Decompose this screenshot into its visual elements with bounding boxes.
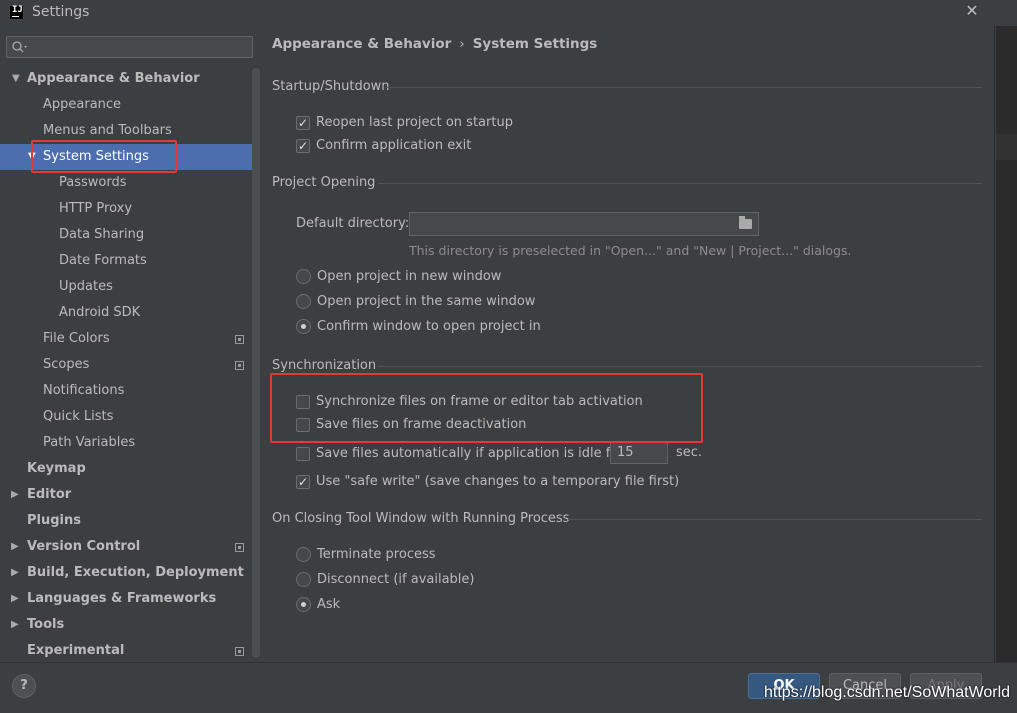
project-scope-icon — [235, 361, 244, 370]
window-title: Settings — [32, 4, 90, 20]
tree-item-path-variables[interactable]: Path Variables — [0, 430, 252, 456]
watermark-text: https://blog.csdn.net/SoWhatWorld — [764, 684, 1011, 701]
tree-item-build-execution-deployment[interactable]: ▶ Build, Execution, Deployment — [0, 560, 252, 586]
chevron-right-icon: ▶ — [11, 593, 19, 604]
tree-item-scopes[interactable]: Scopes — [0, 352, 252, 378]
chevron-down-icon: ▼ — [12, 73, 20, 84]
default-directory-hint: This directory is preselected in "Open..… — [409, 243, 852, 258]
folder-icon[interactable] — [739, 216, 752, 229]
section-divider — [385, 87, 982, 88]
default-directory-label: Default directory: — [296, 216, 410, 231]
section-title-project-opening: Project Opening — [272, 175, 376, 190]
project-scope-icon — [235, 335, 244, 344]
background-editor-strip — [996, 26, 1017, 662]
project-scope-icon — [235, 647, 244, 656]
title-bar: IJ Settings ✕ — [0, 0, 1017, 26]
settings-search-input[interactable] — [6, 36, 253, 58]
search-icon — [12, 41, 27, 53]
tree-item-file-colors[interactable]: File Colors — [0, 326, 252, 352]
chevron-right-icon: ▶ — [11, 489, 19, 500]
tree-item-updates[interactable]: Updates — [0, 274, 252, 300]
chevron-right-icon: ▶ — [11, 541, 19, 552]
annotation-highlight-sync — [270, 373, 703, 443]
tree-item-editor[interactable]: ▶ Editor — [0, 482, 252, 508]
section-divider — [568, 519, 982, 520]
tree-item-http-proxy[interactable]: HTTP Proxy — [0, 196, 252, 222]
tree-item-quick-lists[interactable]: Quick Lists — [0, 404, 252, 430]
section-title-closing-tool-window: On Closing Tool Window with Running Proc… — [272, 511, 570, 526]
tree-item-experimental[interactable]: Experimental — [0, 638, 252, 664]
settings-tree-panel: ▼ Appearance & Behavior Appearance Menus… — [0, 26, 261, 662]
tree-item-appearance[interactable]: Appearance — [0, 92, 252, 118]
section-divider — [378, 183, 982, 184]
tree-item-version-control[interactable]: ▶ Version Control — [0, 534, 252, 560]
idle-unit-label: sec. — [676, 445, 703, 460]
default-directory-input[interactable] — [409, 212, 759, 236]
section-title-synchronization: Synchronization — [272, 358, 377, 373]
section-divider — [378, 366, 982, 367]
tree-scrollbar[interactable] — [252, 68, 260, 658]
tree-item-notifications[interactable]: Notifications — [0, 378, 252, 404]
breadcrumb: Appearance & Behavior › System Settings — [272, 36, 598, 52]
settings-content-panel: Appearance & Behavior › System Settings St… — [261, 26, 995, 662]
idle-seconds-input[interactable]: 15 — [610, 442, 668, 464]
section-title-startup: Startup/Shutdown — [272, 79, 390, 94]
project-scope-icon — [235, 543, 244, 552]
intellij-app-icon: IJ — [9, 5, 24, 20]
tree-item-passwords[interactable]: Passwords — [0, 170, 252, 196]
tree-item-keymap[interactable]: Keymap — [0, 456, 252, 482]
close-icon[interactable]: ✕ — [962, 1, 982, 21]
tree-item-plugins[interactable]: Plugins — [0, 508, 252, 534]
tree-item-data-sharing[interactable]: Data Sharing — [0, 222, 252, 248]
tree-item-date-formats[interactable]: Date Formats — [0, 248, 252, 274]
tree-item-appearance-behavior[interactable]: ▼ Appearance & Behavior — [0, 66, 252, 92]
tree-item-languages-frameworks[interactable]: ▶ Languages & Frameworks — [0, 586, 252, 612]
chevron-right-icon: ▶ — [11, 567, 19, 578]
chevron-right-icon: ▶ — [11, 619, 19, 630]
help-button[interactable]: ? — [12, 674, 36, 698]
tree-item-android-sdk[interactable]: Android SDK — [0, 300, 252, 326]
tree-item-tools[interactable]: ▶ Tools — [0, 612, 252, 638]
annotation-highlight-system-settings — [31, 140, 177, 173]
